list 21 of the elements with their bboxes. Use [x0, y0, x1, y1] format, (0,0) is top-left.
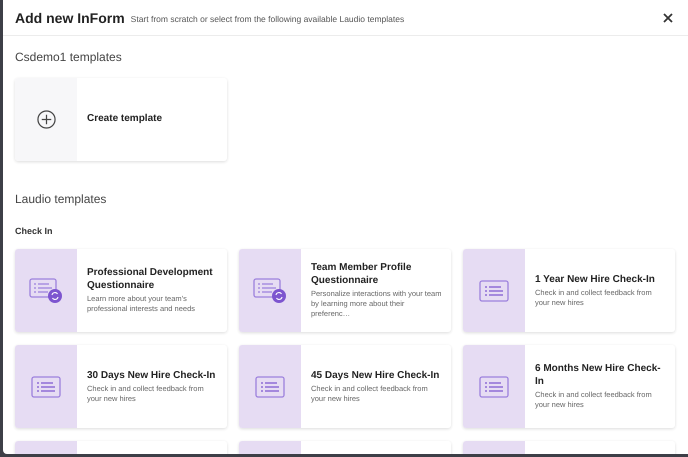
card-title: 1 Year New Hire Check-In — [535, 274, 656, 286]
form-list-icon — [479, 376, 509, 398]
card-title: Team Member Profile Questionnaire — [311, 262, 412, 288]
form-list-icon — [479, 280, 509, 302]
form-list-icon — [31, 376, 61, 398]
card-title: 6 Months New Hire Check-In — [535, 363, 662, 388]
close-icon — [663, 12, 673, 22]
card-title: Create template — [87, 113, 162, 126]
form-list-icon — [255, 376, 285, 398]
form-sync-icon — [29, 278, 63, 304]
group-heading: Check In — [15, 226, 54, 236]
form-sync-icon — [253, 278, 287, 304]
section-heading: Laudio templates — [15, 192, 108, 206]
dialog-title: Add new InForm — [15, 10, 125, 26]
create-template-card[interactable]: Create template — [15, 78, 227, 161]
card-title: 45 Days New Hire Check-In — [311, 370, 440, 382]
card-title: 30 Days New Hire Check-In — [87, 370, 216, 382]
card-title: Professional Development Questionnaire — [87, 267, 214, 292]
section-heading: Csdemo1 templates — [15, 50, 123, 64]
dialog-subtitle: Start from scratch or select from the following available Laudio templates — [130, 14, 404, 24]
plus-circle-icon — [36, 110, 56, 129]
